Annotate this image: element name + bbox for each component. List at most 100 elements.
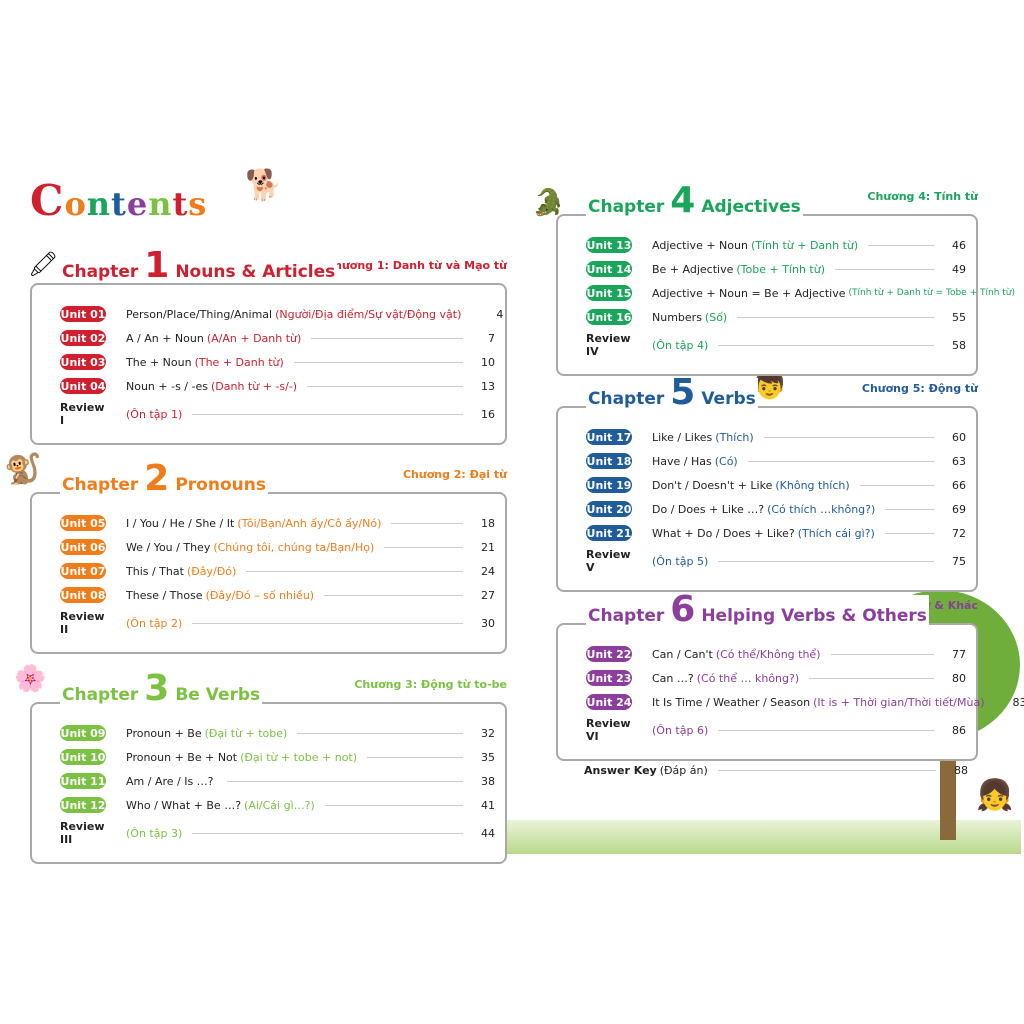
unit-row[interactable]: Unit 20 Do / Does + Like …? (Có thích …k… [586, 500, 966, 518]
unit-row[interactable]: Unit 04 Noun + -s / -es (Danh từ + -s/-)… [60, 377, 495, 395]
leader-line [717, 769, 936, 771]
unit-row[interactable]: Unit 24 It Is Time / Weather / Season (I… [586, 693, 1024, 711]
unit-title: Have / Has [652, 454, 712, 468]
unit-vn-title: (Ai/Cái gì…?) [244, 798, 315, 812]
unit-row[interactable]: Unit 13 Adjective + Noun (Tính từ + Danh… [586, 236, 966, 254]
unit-title: The + Noun [126, 355, 192, 369]
leader-line [718, 560, 934, 562]
unit-row[interactable]: Unit 12 Who / What + Be …? (Ai/Cái gì…?)… [60, 796, 495, 814]
unit-title: I / You / He / She / It [126, 516, 235, 530]
page-number: 88 [954, 763, 968, 777]
unit-row[interactable]: Unit 06 We / You / They (Chúng tôi, chún… [60, 538, 495, 556]
chapter-number: 1 [144, 245, 170, 286]
unit-badge: Unit 09 [60, 725, 106, 741]
review-row[interactable]: Review II (Ôn tập 2) 30 [60, 610, 495, 636]
chapter-5: Chương 5: Động từ Chapter 5 Verbs Unit 1… [556, 375, 978, 592]
chapter-number: 4 [670, 180, 696, 221]
unit-badge: Unit 13 [586, 237, 632, 253]
review-row[interactable]: Review VI (Ôn tập 6) 86 [586, 717, 966, 743]
unit-vn-title: (Thích cái gì?) [797, 526, 875, 540]
unit-row[interactable]: Unit 05 I / You / He / She / It (Tôi/Bạn… [60, 514, 495, 532]
unit-badge: Unit 12 [60, 797, 106, 813]
unit-vn-title: (Thích) [715, 430, 754, 444]
unit-title: Don't / Doesn't + Like [652, 478, 773, 492]
page-number: 77 [952, 647, 966, 661]
unit-row[interactable]: Unit 19 Don't / Doesn't + Like (Không th… [586, 476, 966, 494]
unit-badge: Unit 02 [60, 330, 106, 346]
leader-line [192, 832, 463, 834]
chapter-heading: Chapter 5 Verbs [586, 375, 758, 411]
leader-line [834, 268, 934, 270]
unit-row[interactable]: Unit 11 Am / Are / Is …? 38 [60, 772, 495, 790]
unit-row[interactable]: Unit 16 Numbers (Số) 55 [586, 308, 966, 326]
unit-row[interactable]: Unit 03 The + Noun (The + Danh từ) 10 [60, 353, 495, 371]
unit-row[interactable]: Unit 02 A / An + Noun (A/An + Danh từ) 7 [60, 329, 495, 347]
leader-line [324, 594, 463, 596]
page-number: 80 [952, 671, 966, 685]
unit-vn-title: (Tính từ + Danh từ = Tobe + Tính từ) [848, 288, 1015, 298]
unit-vn-title: (Đây/Đó) [186, 564, 237, 578]
chapter-heading: Chapter 6 Helping Verbs & Others [586, 592, 929, 628]
unit-title: We / You / They [126, 540, 211, 554]
unit-title: Pronoun + Be + Not [126, 750, 238, 764]
unit-row[interactable]: Unit 14 Be + Adjective (Tobe + Tính từ) … [586, 260, 966, 278]
unit-badge: Unit 18 [586, 453, 632, 469]
leader-line [718, 729, 934, 731]
unit-row[interactable]: Unit 08 These / Those (Đây/Đó – số nhiều… [60, 586, 495, 604]
title-letter: t [111, 185, 127, 223]
leader-line [226, 780, 463, 782]
unit-row[interactable]: Unit 18 Have / Has (Có) 63 [586, 452, 966, 470]
chapter-heading: Chapter 2 Pronouns [60, 461, 268, 497]
review-row[interactable]: Review V (Ôn tập 5) 75 [586, 548, 966, 574]
chapter-heading: Chapter 1 Nouns & Articles [60, 245, 338, 286]
leader-line [246, 570, 463, 572]
unit-row[interactable]: Unit 21 What + Do / Does + Like? (Thích … [586, 524, 966, 542]
review-label: Review IV [586, 332, 631, 358]
unit-row[interactable]: Unit 01 Person/Place/Thing/Animal (Người… [60, 305, 503, 323]
unit-badge: Unit 04 [60, 378, 106, 394]
leader-line [830, 653, 934, 655]
leader-line [737, 316, 934, 318]
unit-title: Numbers [652, 310, 702, 324]
unit-vn-title: (Đây/Đó – số nhiều) [205, 588, 315, 602]
unit-row[interactable]: Unit 10 Pronoun + Be + Not (Đại từ + tob… [60, 748, 495, 766]
unit-badge: Unit 11 [60, 773, 106, 789]
leader-line [311, 337, 463, 339]
unit-badge: Unit 08 [60, 587, 106, 603]
unit-vn-title: (Tôi/Bạn/Anh ấy/Cô ấy/Nó) [237, 516, 382, 530]
review-label: Review III [60, 820, 105, 846]
page-number: 7 [488, 331, 495, 345]
review-row[interactable]: Review I (Ôn tập 1) 16 [60, 401, 495, 427]
unit-title: Can …? [652, 671, 694, 685]
unit-row[interactable]: Unit 15 Adjective + Noun = Be + Adjectiv… [586, 284, 1015, 302]
unit-vn-title: (Đại từ + tobe + not) [240, 750, 358, 764]
unit-title: Adjective + Noun [652, 238, 748, 252]
unit-badge: Unit 23 [586, 670, 632, 686]
unit-badge: Unit 01 [60, 306, 106, 322]
unit-vn-title: (Tính từ + Danh từ) [750, 238, 859, 252]
answer-key-row[interactable]: Answer Key (Đáp án) 88 [584, 761, 968, 779]
page-number: 21 [481, 540, 495, 554]
unit-vn-title: (Danh từ + -s/-) [210, 379, 298, 393]
review-row[interactable]: Review IV (Ôn tập 4) 58 [586, 332, 966, 358]
chapter-1: Chương 1: Danh từ và Mạo từ Chapter 1 No… [30, 248, 507, 445]
leader-line [718, 344, 934, 346]
unit-badge: Unit 15 [586, 285, 632, 301]
unit-row[interactable]: Unit 23 Can …? (Có thể … không?) 80 [586, 669, 966, 687]
unit-badge: Unit 10 [60, 749, 106, 765]
answer-key-vn: (Đáp án) [659, 763, 708, 777]
unit-vn-title: (Đại từ + tobe) [204, 726, 288, 740]
unit-row[interactable]: Unit 09 Pronoun + Be (Đại từ + tobe) 32 [60, 724, 495, 742]
unit-row[interactable]: Unit 17 Like / Likes (Thích) 60 [586, 428, 966, 446]
unit-row[interactable]: Unit 07 This / That (Đây/Đó) 24 [60, 562, 495, 580]
unit-badge: Unit 06 [60, 539, 106, 555]
leader-line [367, 756, 463, 758]
unit-vn-title: (Có) [714, 454, 738, 468]
chapter-vn-title: Chương 1: Danh từ và Mạo từ [326, 259, 507, 272]
page-number: 44 [481, 826, 495, 840]
unit-vn-title: (Có thể/Không thể) [715, 647, 821, 661]
unit-row[interactable]: Unit 22 Can / Can't (Có thể/Không thể) 7… [586, 645, 966, 663]
unit-vn-title: (Số) [704, 310, 728, 324]
review-row[interactable]: Review III (Ôn tập 3) 44 [60, 820, 495, 846]
unit-title: This / That [126, 564, 184, 578]
